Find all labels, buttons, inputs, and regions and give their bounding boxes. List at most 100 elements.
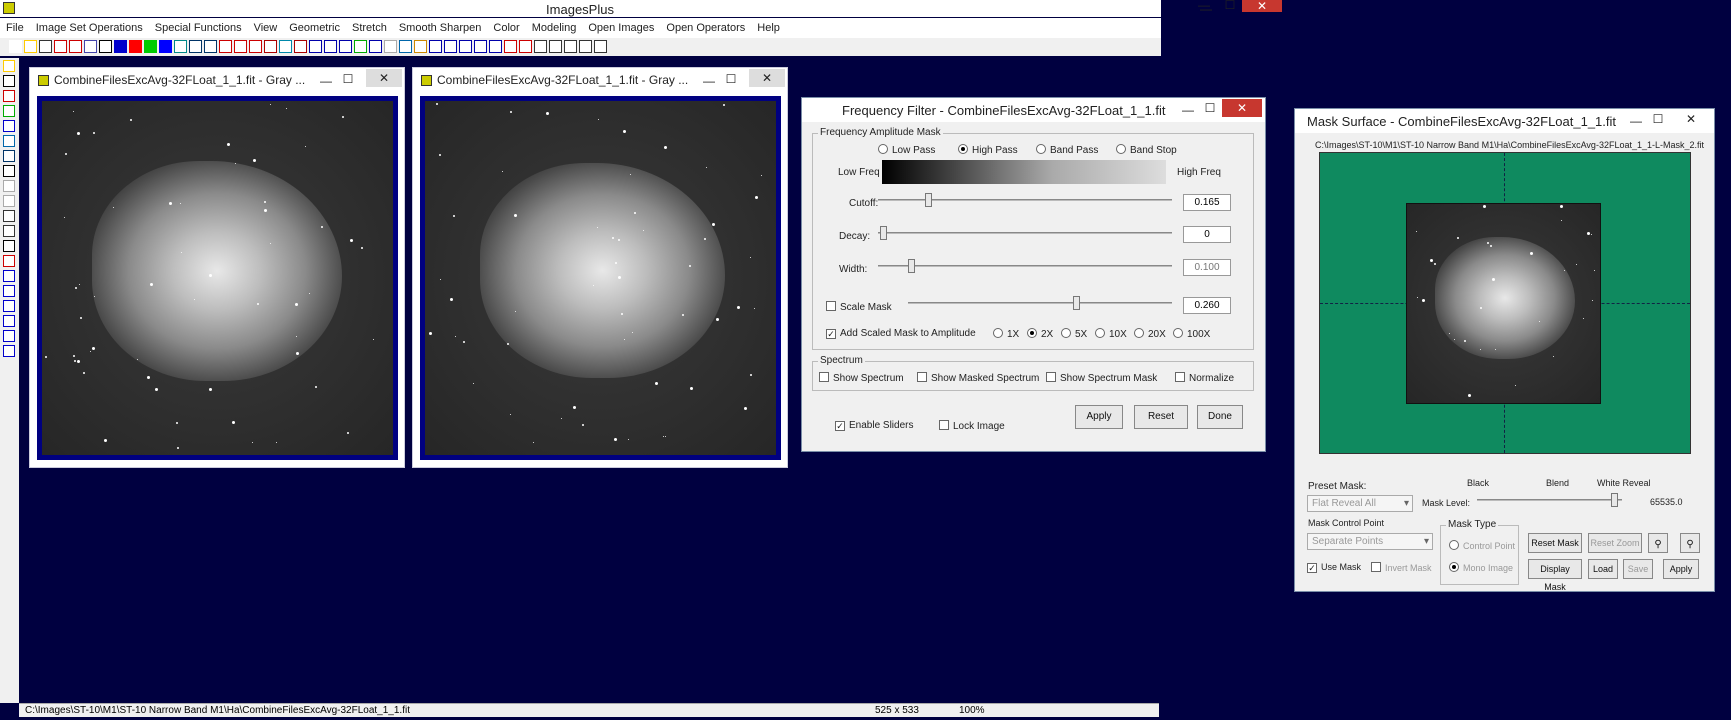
radio-20x[interactable]: 20X [1134,328,1166,340]
invert-mask-checkbox[interactable]: Invert Mask [1371,562,1432,573]
side-tool-icon[interactable] [3,225,15,237]
toolbar-tool-icon[interactable] [534,40,547,53]
side-tool-icon[interactable] [3,255,15,267]
side-tool-icon[interactable] [3,90,15,102]
side-tool-icon[interactable] [3,75,15,87]
toolbar-tool-icon[interactable] [294,40,307,53]
menu-item-smooth-sharpen[interactable]: Smooth Sharpen [393,18,488,38]
decay-value[interactable]: 0 [1183,226,1231,243]
show-spectrum-mask-checkbox[interactable]: Show Spectrum Mask [1046,372,1157,384]
maximize-button[interactable]: ☐ [717,70,745,88]
toolbar-tool-icon[interactable] [324,40,337,53]
radio-band-stop[interactable]: Band Stop [1116,144,1177,156]
maximize-button[interactable]: ☐ [1644,110,1672,128]
radio-1x[interactable]: 1X [993,328,1019,340]
cutoff-value[interactable]: 0.165 [1183,194,1231,211]
side-tool-icon[interactable] [3,345,15,357]
lock-image-checkbox[interactable]: Lock Image [939,420,1005,432]
side-tool-icon[interactable] [3,240,15,252]
toolbar-tool-icon[interactable] [129,40,142,53]
menu-item-color[interactable]: Color [487,18,525,38]
toolbar-tool-icon[interactable] [399,40,412,53]
preset-mask-select[interactable]: Flat Reveal All [1307,495,1413,512]
radio-100x[interactable]: 100X [1173,328,1210,340]
side-tool-icon[interactable] [3,165,15,177]
mask-canvas[interactable] [1319,152,1691,454]
main-minimize-button[interactable]: — [1190,0,1218,12]
reset-button[interactable]: Reset [1134,405,1188,429]
toolbar-tool-icon[interactable] [489,40,502,53]
toolbar-tool-icon[interactable] [219,40,232,53]
nebula-image[interactable] [37,96,398,460]
main-maximize-button[interactable]: ☐ [1216,0,1244,12]
reset-mask-button[interactable]: Reset Mask [1528,533,1582,553]
toolbar-tool-icon[interactable] [594,40,607,53]
close-button[interactable]: ✕ [1222,99,1262,117]
side-tool-icon[interactable] [3,135,15,147]
toolbar-tool-icon[interactable] [114,40,127,53]
radio-low-pass[interactable]: Low Pass [878,144,935,156]
maximize-button[interactable]: ☐ [1196,99,1224,117]
toolbar-tool-icon[interactable] [459,40,472,53]
side-tool-icon[interactable] [3,150,15,162]
toolbar-tool-icon[interactable] [354,40,367,53]
toolbar-tool-icon[interactable] [504,40,517,53]
toolbar-tool-icon[interactable] [519,40,532,53]
reset-zoom-button[interactable]: Reset Zoom [1588,533,1642,553]
menu-item-help[interactable]: Help [751,18,786,38]
toolbar-tool-icon[interactable] [549,40,562,53]
menu-item-image-set-operations[interactable]: Image Set Operations [30,18,149,38]
menu-item-special-functions[interactable]: Special Functions [149,18,248,38]
show-masked-spectrum-checkbox[interactable]: Show Masked Spectrum [917,372,1039,384]
toolbar-tool-icon[interactable] [39,40,52,53]
toolbar-tool-icon[interactable] [429,40,442,53]
side-tool-icon[interactable] [3,60,15,72]
side-tool-icon[interactable] [3,195,15,207]
toolbar-tool-icon[interactable] [189,40,202,53]
menu-item-open-images[interactable]: Open Images [582,18,660,38]
apply-button[interactable]: Apply [1663,559,1699,579]
image-window-2[interactable]: CombineFilesExcAvg-32FLoat_1_1.fit - Gra… [412,67,788,468]
menu-item-file[interactable]: File [0,18,30,38]
add-scaled-mask-checkbox[interactable]: ✓ Add Scaled Mask to Amplitude [826,328,976,339]
done-button[interactable]: Done [1197,405,1243,429]
enable-sliders-checkbox[interactable]: ✓ Enable Sliders [835,420,913,431]
menu-item-modeling[interactable]: Modeling [526,18,583,38]
toolbar-tool-icon[interactable] [339,40,352,53]
close-button[interactable]: ✕ [1671,110,1711,128]
menu-item-open-operators[interactable]: Open Operators [660,18,751,38]
close-button[interactable]: ✕ [749,69,785,87]
side-tool-icon[interactable] [3,105,15,117]
toolbar-tool-icon[interactable] [309,40,322,53]
toolbar-tool-icon[interactable] [99,40,112,53]
side-tool-icon[interactable] [3,285,15,297]
save-button[interactable]: Save [1623,559,1653,579]
mask-preview-image[interactable] [1406,203,1601,404]
radio-band-pass[interactable]: Band Pass [1036,144,1098,156]
side-tool-icon[interactable] [3,330,15,342]
toolbar-tool-icon[interactable] [9,40,22,53]
radio-5x[interactable]: 5X [1061,328,1087,340]
menu-item-view[interactable]: View [248,18,284,38]
toolbar-tool-icon[interactable] [414,40,427,53]
control-point-radio[interactable]: Control Point [1449,540,1515,551]
toolbar-tool-icon[interactable] [84,40,97,53]
menu-item-stretch[interactable]: Stretch [346,18,393,38]
side-tool-icon[interactable] [3,210,15,222]
toolbar-tool-icon[interactable] [369,40,382,53]
toolbar-tool-icon[interactable] [564,40,577,53]
width-slider[interactable] [878,256,1172,276]
side-tool-icon[interactable] [3,270,15,282]
toolbar-tool-icon[interactable] [159,40,172,53]
mono-image-radio[interactable]: Mono Image [1449,562,1513,573]
close-button[interactable]: ✕ [366,69,402,87]
toolbar-tool-icon[interactable] [69,40,82,53]
radio-2x[interactable]: 2X [1027,328,1053,340]
side-tool-icon[interactable] [3,315,15,327]
radio-high-pass[interactable]: High Pass [958,144,1018,156]
cutoff-slider[interactable] [878,190,1172,210]
apply-button[interactable]: Apply [1075,405,1123,429]
toolbar-tool-icon[interactable] [24,40,37,53]
display-mask-button[interactable]: Display Mask [1528,559,1582,592]
main-close-button[interactable]: ✕ [1242,0,1282,12]
